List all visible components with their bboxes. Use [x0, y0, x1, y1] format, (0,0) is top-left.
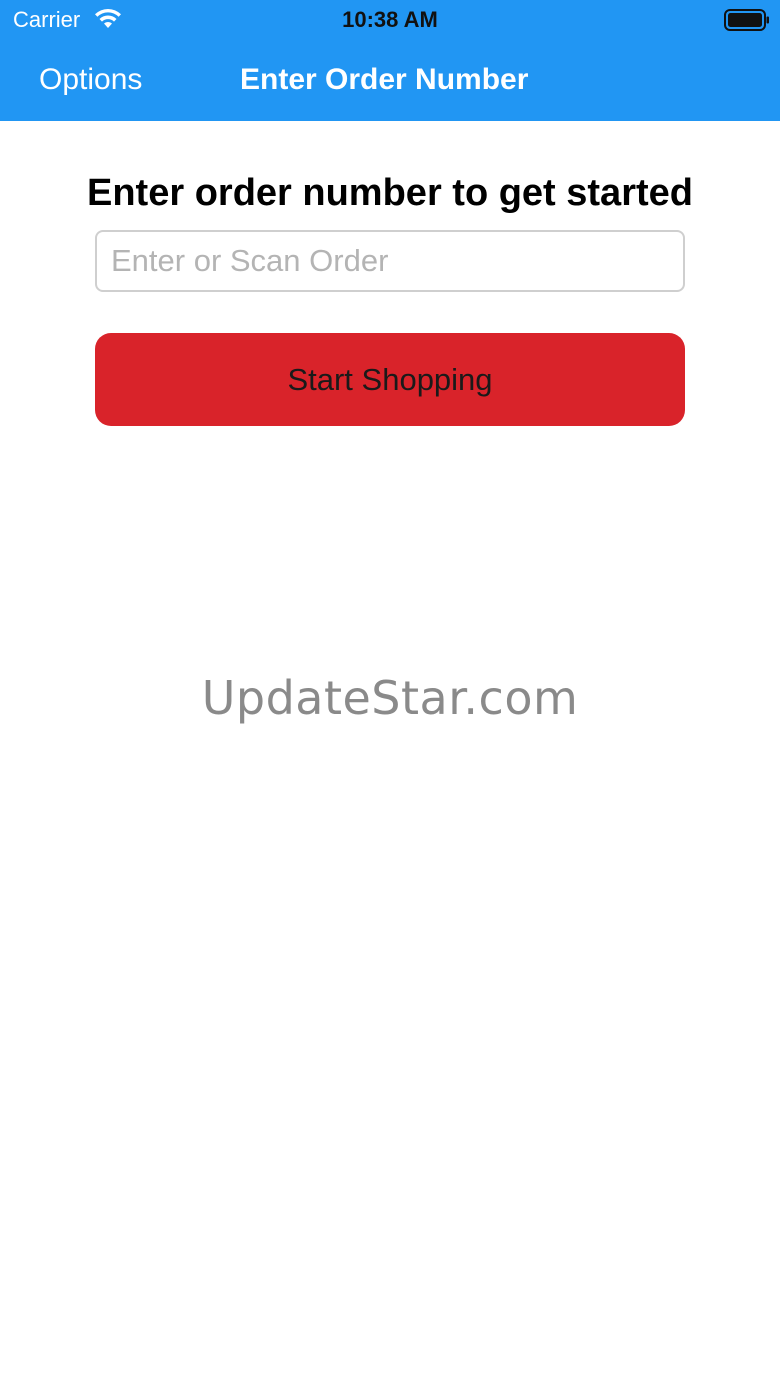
- order-number-input[interactable]: [95, 230, 685, 292]
- options-button[interactable]: Options: [39, 62, 142, 98]
- status-bar: Carrier 10:38 AM: [0, 0, 780, 40]
- screen: Carrier 10:38 AM Options Enter Order Num…: [0, 0, 780, 1387]
- page-title: Enter Order Number: [240, 63, 529, 96]
- top-bar: Carrier 10:38 AM Options Enter Order Num…: [0, 0, 780, 121]
- status-time: 10:38 AM: [342, 7, 438, 32]
- watermark-text: UpdateStar.com: [201, 671, 579, 725]
- battery-full-icon: [724, 9, 769, 31]
- start-shopping-button[interactable]: Start Shopping: [95, 333, 685, 426]
- instruction-heading: Enter order number to get started: [87, 172, 693, 214]
- navigation-bar: Options Enter Order Number: [0, 40, 780, 121]
